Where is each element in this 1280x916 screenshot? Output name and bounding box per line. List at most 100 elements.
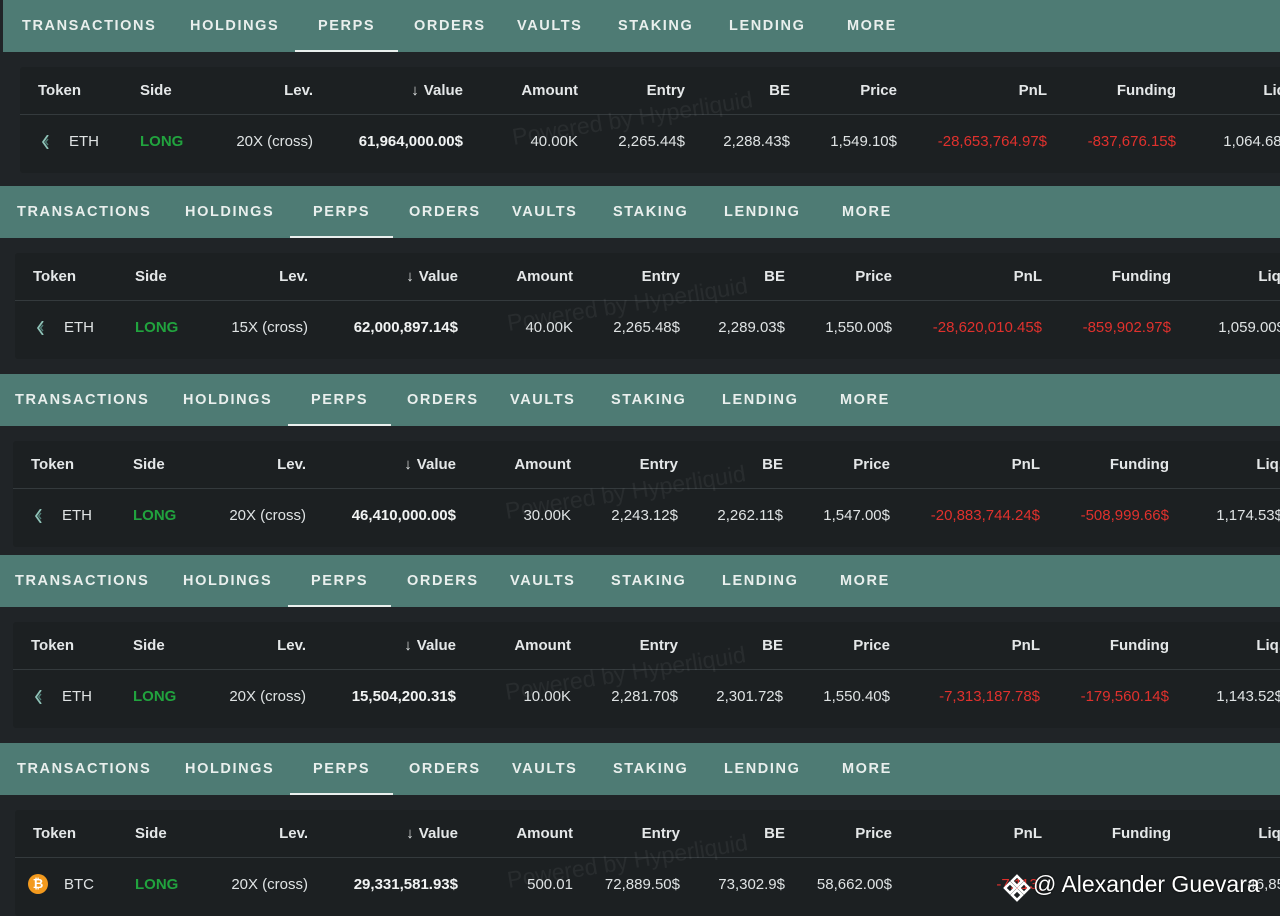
tab-lending[interactable]: LENDING — [729, 0, 805, 52]
cell-amount: 30.00K — [523, 507, 571, 524]
cell-liq: 1,174.53$ — [1216, 507, 1280, 524]
tab-lending[interactable]: LENDING — [724, 743, 800, 795]
column-header-funding: Funding — [1111, 825, 1171, 842]
cell-be: 2,288.43$ — [723, 133, 790, 150]
column-header-be: BE — [764, 825, 785, 842]
column-header-pnl: PnL — [1018, 82, 1047, 99]
cell-funding: -508,999.66$ — [1080, 507, 1169, 524]
ethereum-icon — [41, 134, 50, 150]
tab-lending[interactable]: LENDING — [722, 555, 798, 607]
tab-holdings[interactable]: HOLDINGS — [185, 186, 274, 238]
tab-more[interactable]: MORE — [842, 743, 892, 795]
tab-lending[interactable]: LENDING — [724, 186, 800, 238]
tab-staking[interactable]: STAKING — [618, 0, 693, 52]
column-header-value[interactable]: ↓ Value — [411, 82, 463, 100]
tab-perps[interactable]: PERPS — [287, 374, 392, 426]
cell-pnl: -7,313,187.78$ — [939, 688, 1040, 705]
tab-more[interactable]: MORE — [840, 555, 890, 607]
sort-descending-arrow-icon[interactable]: ↓ — [411, 82, 419, 100]
column-header-pnl: PnL — [1011, 456, 1040, 473]
column-header-lev: Lev. — [277, 637, 306, 654]
column-header-side: Side — [140, 82, 172, 99]
column-header-funding: Funding — [1116, 82, 1176, 99]
cell-token: BTC — [64, 876, 94, 893]
tab-perps[interactable]: PERPS — [287, 555, 392, 607]
cell-entry: 2,265.48$ — [613, 319, 680, 336]
tab-transactions[interactable]: TRANSACTIONS — [22, 0, 156, 52]
tab-transactions[interactable]: TRANSACTIONS — [15, 555, 149, 607]
tab-orders[interactable]: ORDERS — [407, 374, 479, 426]
tab-holdings[interactable]: HOLDINGS — [185, 743, 274, 795]
tab-orders[interactable]: ORDERS — [414, 0, 486, 52]
tab-vaults[interactable]: VAULTS — [517, 0, 582, 52]
column-header-liq: Liq. — [1256, 637, 1280, 654]
column-header-entry: Entry — [639, 456, 678, 473]
tab-vaults[interactable]: VAULTS — [510, 555, 575, 607]
column-header-pnl: PnL — [1013, 268, 1042, 285]
sort-descending-arrow-icon[interactable]: ↓ — [406, 825, 414, 843]
column-header-label: Value — [418, 268, 458, 285]
tab-orders[interactable]: ORDERS — [409, 743, 481, 795]
header-divider — [15, 300, 1280, 301]
tab-more[interactable]: MORE — [842, 186, 892, 238]
tab-bar: TRANSACTIONS HOLDINGS PERPS ORDERS VAULTS STA… — [0, 555, 1280, 607]
ethereum-icon — [34, 689, 43, 705]
tab-transactions[interactable]: TRANSACTIONS — [17, 186, 151, 238]
tab-orders[interactable]: ORDERS — [407, 555, 479, 607]
tab-holdings[interactable]: HOLDINGS — [183, 555, 272, 607]
tab-transactions[interactable]: TRANSACTIONS — [15, 374, 149, 426]
column-header-price: Price — [860, 82, 897, 99]
tab-holdings[interactable]: HOLDINGS — [183, 374, 272, 426]
column-header-amount: Amount — [514, 637, 571, 654]
column-header-amount: Amount — [516, 268, 573, 285]
column-header-token: Token — [31, 637, 75, 654]
column-header-label: Value — [416, 637, 456, 654]
ethereum-icon — [36, 320, 45, 336]
tab-vaults[interactable]: VAULTS — [510, 374, 575, 426]
tab-bar: TRANSACTIONS HOLDINGS PERPS ORDERS VAULTS STA… — [0, 743, 1280, 795]
cell-token: ETH — [62, 507, 92, 524]
tab-orders[interactable]: ORDERS — [409, 186, 481, 238]
tab-staking[interactable]: STAKING — [613, 743, 688, 795]
sort-descending-arrow-icon[interactable]: ↓ — [404, 456, 412, 474]
column-header-value[interactable]: ↓ Value — [404, 637, 456, 655]
column-header-amount: Amount — [516, 825, 573, 842]
cell-value: 46,410,000.00$ — [351, 507, 456, 524]
sort-descending-arrow-icon[interactable]: ↓ — [406, 268, 414, 286]
perps-panel-2: TRANSACTIONS HOLDINGS PERPS ORDERS VAULTS STA… — [0, 186, 1280, 372]
column-header-lev: Lev. — [284, 82, 313, 99]
cell-lev: 20X (cross) — [231, 876, 308, 893]
tab-staking[interactable]: STAKING — [611, 555, 686, 607]
tab-perps[interactable]: PERPS — [294, 0, 399, 52]
positions-table: Token Side Lev. ↓ Value Amount Entry BE Price PnL… — [13, 622, 1280, 728]
column-header-value[interactable]: ↓ Value — [406, 268, 458, 286]
column-header-entry: Entry — [641, 268, 680, 285]
tab-perps[interactable]: PERPS — [289, 743, 394, 795]
sort-descending-arrow-icon[interactable]: ↓ — [404, 637, 412, 655]
column-header-entry: Entry — [641, 825, 680, 842]
column-header-be: BE — [762, 637, 783, 654]
tab-more[interactable]: MORE — [840, 374, 890, 426]
tab-lending[interactable]: LENDING — [722, 374, 798, 426]
column-header-value[interactable]: ↓ Value — [406, 825, 458, 843]
tab-transactions[interactable]: TRANSACTIONS — [17, 743, 151, 795]
column-header-value[interactable]: ↓ Value — [404, 456, 456, 474]
tab-staking[interactable]: STAKING — [611, 374, 686, 426]
tab-bar: TRANSACTIONS HOLDINGS PERPS ORDERS VAULTS STA… — [0, 374, 1280, 426]
cell-amount: 500.01 — [527, 876, 573, 893]
tab-vaults[interactable]: VAULTS — [512, 743, 577, 795]
column-header-entry: Entry — [639, 637, 678, 654]
tab-vaults[interactable]: VAULTS — [512, 186, 577, 238]
tab-bar: TRANSACTIONS HOLDINGS PERPS ORDERS VAULTS STA… — [0, 186, 1280, 238]
cell-token: ETH — [64, 319, 94, 336]
tab-perps[interactable]: PERPS — [289, 186, 394, 238]
tab-staking[interactable]: STAKING — [613, 186, 688, 238]
tab-holdings[interactable]: HOLDINGS — [190, 0, 279, 52]
column-header-price: Price — [855, 825, 892, 842]
cell-price: 1,549.10$ — [830, 133, 897, 150]
tab-more[interactable]: MORE — [847, 0, 897, 52]
column-header-funding: Funding — [1109, 637, 1169, 654]
positions-table: Token Side Lev. ↓ Value Amount Entry BE Price PnL… — [15, 810, 1280, 916]
column-header-liq: Liq. — [1256, 456, 1280, 473]
tab-bar: TRANSACTIONS HOLDINGS PERPS ORDERS VAULTS STA… — [3, 0, 1280, 52]
